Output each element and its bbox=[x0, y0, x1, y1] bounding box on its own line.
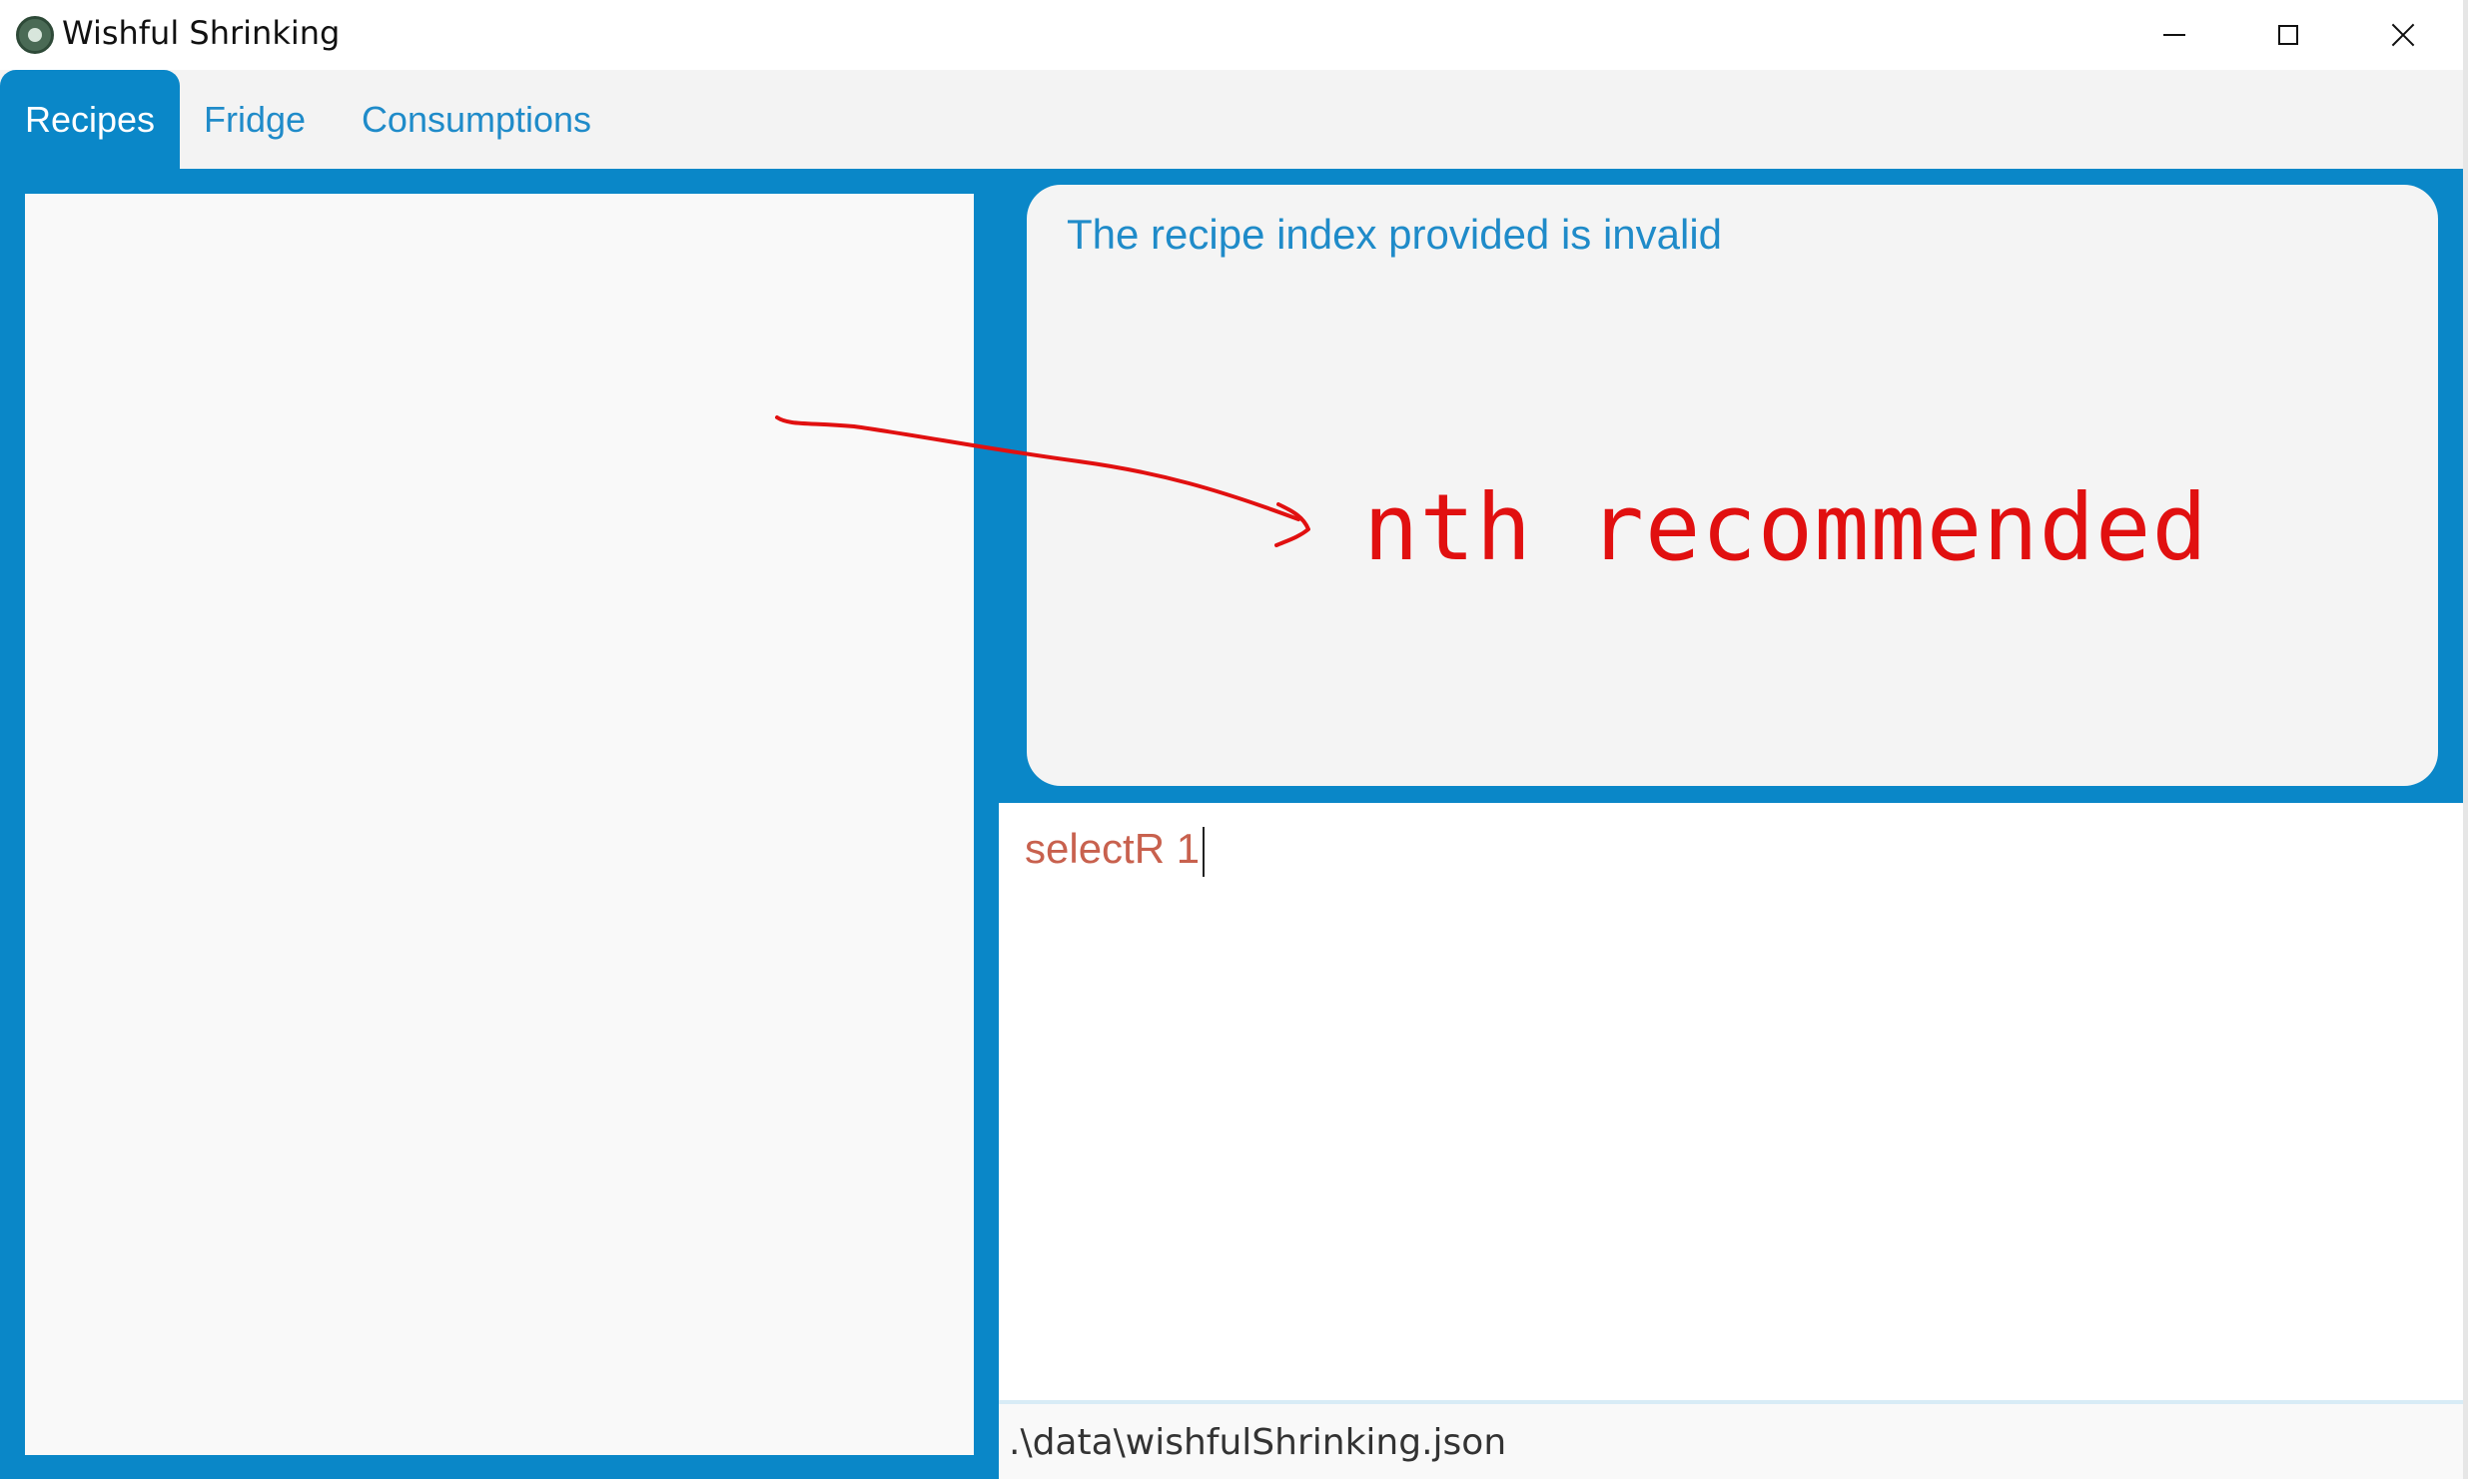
main-content: The recipe index provided is invalid sel… bbox=[0, 169, 2463, 1479]
command-input-text: selectR 1 bbox=[1025, 825, 1201, 872]
tab-recipes[interactable]: Recipes bbox=[0, 70, 180, 169]
window-edge bbox=[2463, 0, 2468, 1479]
command-box[interactable]: selectR 1 bbox=[999, 803, 2463, 1400]
minimize-button[interactable] bbox=[2118, 0, 2230, 70]
minimize-icon bbox=[2163, 34, 2185, 36]
close-button[interactable] bbox=[2347, 0, 2459, 70]
maximize-button[interactable] bbox=[2232, 0, 2344, 70]
tab-bar: Recipes Fridge Consumptions bbox=[0, 70, 2463, 169]
window-title: Wishful Shrinking bbox=[62, 14, 341, 52]
tab-fridge[interactable]: Fridge bbox=[196, 70, 314, 169]
result-message: The recipe index provided is invalid bbox=[1067, 211, 1723, 258]
app-logo-icon bbox=[16, 16, 54, 54]
command-input[interactable]: selectR 1 bbox=[1025, 825, 1206, 877]
status-bar: .\data\wishfulShrinking.json bbox=[999, 1400, 2463, 1479]
close-icon bbox=[2391, 23, 2415, 47]
maximize-icon bbox=[2278, 25, 2298, 45]
recipe-list-panel[interactable] bbox=[25, 194, 974, 1455]
storage-file-path: .\data\wishfulShrinking.json bbox=[1009, 1422, 1507, 1463]
tab-consumptions[interactable]: Consumptions bbox=[342, 70, 611, 169]
title-bar: Wishful Shrinking bbox=[0, 0, 2468, 70]
result-display: The recipe index provided is invalid bbox=[1027, 185, 2438, 786]
text-caret bbox=[1203, 826, 1206, 877]
